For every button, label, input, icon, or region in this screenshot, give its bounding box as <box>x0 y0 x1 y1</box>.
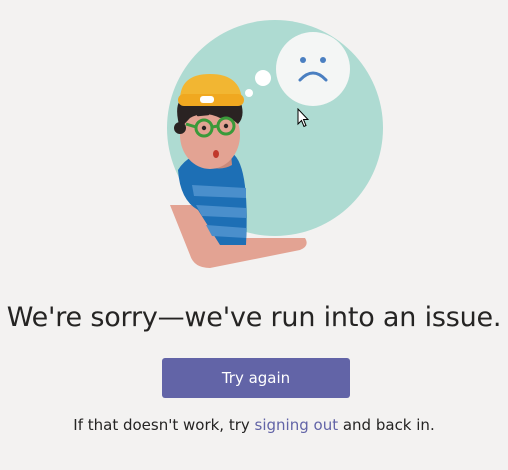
sad-face-icon <box>276 32 350 106</box>
sign-out-link[interactable]: signing out <box>255 416 339 434</box>
try-again-button[interactable]: Try again <box>162 358 350 398</box>
confused-person-illustration <box>167 20 383 268</box>
help-text: If that doesn't work, try signing out an… <box>0 414 508 436</box>
mouse-pointer-icon <box>297 108 309 128</box>
error-page: We're sorry—we've run into an issue. Try… <box>0 0 508 470</box>
help-text-suffix: and back in. <box>338 416 435 434</box>
error-headline: We're sorry—we've run into an issue. <box>6 302 502 333</box>
help-text-prefix: If that doesn't work, try <box>73 416 255 434</box>
